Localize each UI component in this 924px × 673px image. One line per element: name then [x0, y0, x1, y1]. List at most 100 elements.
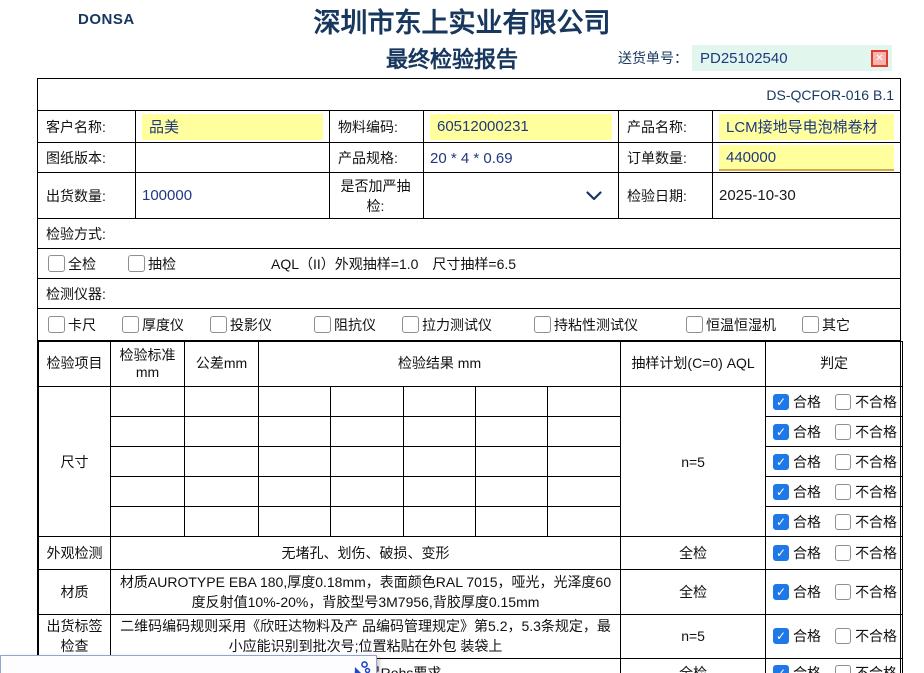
- pass-checkbox[interactable]: ✓: [773, 584, 789, 600]
- customer-input[interactable]: 品美: [142, 114, 323, 140]
- full-inspection-label: 全检: [68, 254, 96, 274]
- instruments-section-title: 检测仪器:: [38, 279, 900, 309]
- impedance-meter-checkbox[interactable]: [314, 316, 331, 333]
- material-code-input[interactable]: 60512000231: [430, 114, 612, 140]
- row-plan: 全检: [621, 658, 766, 673]
- drawing-version-value[interactable]: [136, 143, 330, 173]
- result-cell[interactable]: [404, 417, 476, 447]
- tolerance-cell[interactable]: [185, 507, 259, 537]
- size-row: 尺寸 n=5 ✓合格 不合格: [39, 387, 903, 417]
- result-cell[interactable]: [331, 447, 404, 477]
- judge-cell: ✓合格 不合格: [766, 537, 903, 570]
- result-cell[interactable]: [548, 387, 621, 417]
- pass-checkbox[interactable]: ✓: [773, 394, 789, 410]
- tolerance-cell[interactable]: [185, 477, 259, 507]
- check-icon: ✓: [776, 546, 786, 560]
- fail-checkbox[interactable]: [835, 514, 851, 530]
- instrument-option: 恒温恒湿机: [686, 315, 776, 335]
- col-item: 检验项目: [39, 342, 111, 387]
- sample-inspection-checkbox[interactable]: [128, 255, 145, 272]
- tolerance-cell[interactable]: [185, 447, 259, 477]
- standard-cell[interactable]: [111, 387, 185, 417]
- tension-tester-checkbox[interactable]: [402, 316, 419, 333]
- check-icon: ✓: [776, 395, 786, 409]
- pass-checkbox[interactable]: ✓: [773, 484, 789, 500]
- standard-cell[interactable]: [111, 417, 185, 447]
- ship-qty-value: 100000: [136, 173, 330, 218]
- delivery-no-input[interactable]: PD25102540 ✕: [692, 45, 892, 71]
- result-cell[interactable]: [404, 447, 476, 477]
- result-cell[interactable]: [548, 507, 621, 537]
- instruments-row: 卡尺 厚度仪 投影仪 阻抗仪 拉力测试仪 持粘性测试仪 恒温恒湿机 其它: [38, 309, 900, 341]
- result-cell[interactable]: [476, 507, 548, 537]
- result-cell[interactable]: [476, 387, 548, 417]
- thickness-gauge-checkbox[interactable]: [122, 316, 139, 333]
- inspect-date-label: 检验日期:: [619, 173, 713, 218]
- strict-sampling-select[interactable]: [424, 173, 619, 218]
- instrument-option: 其它: [802, 315, 850, 335]
- fail-checkbox[interactable]: [835, 665, 851, 673]
- fail-checkbox[interactable]: [835, 628, 851, 644]
- tack-tester-checkbox[interactable]: [534, 316, 551, 333]
- result-cell[interactable]: [331, 387, 404, 417]
- fail-label: 不合格: [855, 582, 897, 602]
- report-form: DS-QCFOR-016 B.1 客户名称: 品美 物料编码: 60512000…: [37, 78, 901, 673]
- delivery-no-value: PD25102540: [692, 50, 871, 67]
- result-cell[interactable]: [404, 507, 476, 537]
- instrument-label: 恒温恒湿机: [706, 315, 776, 335]
- spec-label: 产品规格:: [330, 143, 424, 173]
- result-cell[interactable]: [404, 387, 476, 417]
- result-cell[interactable]: [476, 477, 548, 507]
- fail-checkbox[interactable]: [835, 545, 851, 561]
- fail-label: 不合格: [855, 452, 897, 472]
- fail-checkbox[interactable]: [835, 394, 851, 410]
- sample-inspection-option: 抽检: [128, 254, 176, 274]
- result-cell[interactable]: [331, 417, 404, 447]
- pass-checkbox[interactable]: ✓: [773, 514, 789, 530]
- floating-popup[interactable]: [0, 655, 377, 673]
- fail-checkbox[interactable]: [835, 584, 851, 600]
- standard-cell[interactable]: [111, 477, 185, 507]
- delivery-no-group: 送货单号： PD25102540 ✕: [618, 45, 892, 71]
- result-cell[interactable]: [259, 417, 331, 447]
- info-row-1: 客户名称: 品美 物料编码: 60512000231 产品名称: LCM接地导电…: [38, 111, 900, 143]
- result-cell[interactable]: [476, 417, 548, 447]
- standard-cell[interactable]: [111, 507, 185, 537]
- pass-checkbox[interactable]: ✓: [773, 628, 789, 644]
- result-cell[interactable]: [331, 477, 404, 507]
- caliper-checkbox[interactable]: [48, 316, 65, 333]
- other-instrument-checkbox[interactable]: [802, 316, 819, 333]
- result-cell[interactable]: [259, 477, 331, 507]
- instrument-label: 卡尺: [68, 315, 96, 335]
- fail-checkbox[interactable]: [835, 454, 851, 470]
- tolerance-cell[interactable]: [185, 387, 259, 417]
- result-cell[interactable]: [259, 507, 331, 537]
- pass-checkbox[interactable]: ✓: [773, 424, 789, 440]
- fail-checkbox[interactable]: [835, 484, 851, 500]
- pass-label: 合格: [793, 512, 821, 532]
- climate-chamber-checkbox[interactable]: [686, 316, 703, 333]
- result-cell[interactable]: [548, 477, 621, 507]
- result-cell[interactable]: [331, 507, 404, 537]
- fail-checkbox[interactable]: [835, 424, 851, 440]
- info-row-3: 出货数量: 100000 是否加严抽检: 检验日期: 2025-10-30: [38, 173, 900, 219]
- standard-cell[interactable]: [111, 447, 185, 477]
- order-qty-input[interactable]: 440000: [719, 145, 894, 171]
- pass-checkbox[interactable]: ✓: [773, 665, 789, 673]
- pass-checkbox[interactable]: ✓: [773, 454, 789, 470]
- check-icon: ✓: [776, 585, 786, 599]
- tolerance-cell[interactable]: [185, 417, 259, 447]
- projector-checkbox[interactable]: [210, 316, 227, 333]
- result-cell[interactable]: [476, 447, 548, 477]
- result-cell[interactable]: [259, 387, 331, 417]
- size-row: ✓合格 不合格: [39, 477, 903, 507]
- row-item: 出货标签检查: [39, 615, 111, 659]
- judge-cell: ✓合格 不合格: [766, 387, 903, 417]
- full-inspection-checkbox[interactable]: [48, 255, 65, 272]
- result-cell[interactable]: [548, 417, 621, 447]
- result-cell[interactable]: [259, 447, 331, 477]
- product-name-input[interactable]: LCM接地导电泡棉卷材: [719, 114, 894, 140]
- pass-checkbox[interactable]: ✓: [773, 545, 789, 561]
- result-cell[interactable]: [548, 447, 621, 477]
- result-cell[interactable]: [404, 477, 476, 507]
